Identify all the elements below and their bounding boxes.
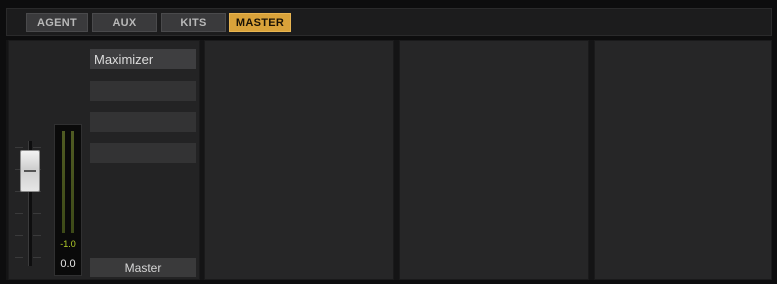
meter-peak-readout: -1.0 (60, 239, 76, 249)
master-channel-strip: -1.0 0.0 Maximizer Master (8, 40, 200, 280)
tab-aux[interactable]: AUX (92, 13, 157, 32)
mixer-area: -1.0 0.0 Maximizer Master (6, 40, 772, 280)
volume-fader-handle[interactable] (20, 150, 40, 192)
mixer-window: AGENT AUX KITS MASTER -1.0 0.0 Maximizer… (0, 0, 777, 284)
channel-name: Master (90, 258, 196, 277)
tab-agent[interactable]: AGENT (26, 13, 88, 32)
empty-channel-panel-3 (594, 40, 772, 280)
tab-master[interactable]: MASTER (229, 13, 291, 32)
meter-bar-right (71, 131, 74, 233)
insert-slot-2[interactable] (90, 81, 196, 101)
volume-readout[interactable]: 0.0 (55, 258, 81, 270)
insert-slot-4[interactable] (90, 143, 196, 163)
meter-bar-left (62, 131, 65, 233)
insert-slot-1[interactable]: Maximizer (90, 49, 196, 69)
insert-slot-3[interactable] (90, 112, 196, 132)
level-meter: -1.0 0.0 (54, 124, 82, 276)
tab-kits[interactable]: KITS (161, 13, 226, 32)
tab-bar: AGENT AUX KITS MASTER (6, 8, 772, 36)
empty-channel-panel-2 (399, 40, 589, 280)
empty-channel-panel-1 (204, 40, 394, 280)
